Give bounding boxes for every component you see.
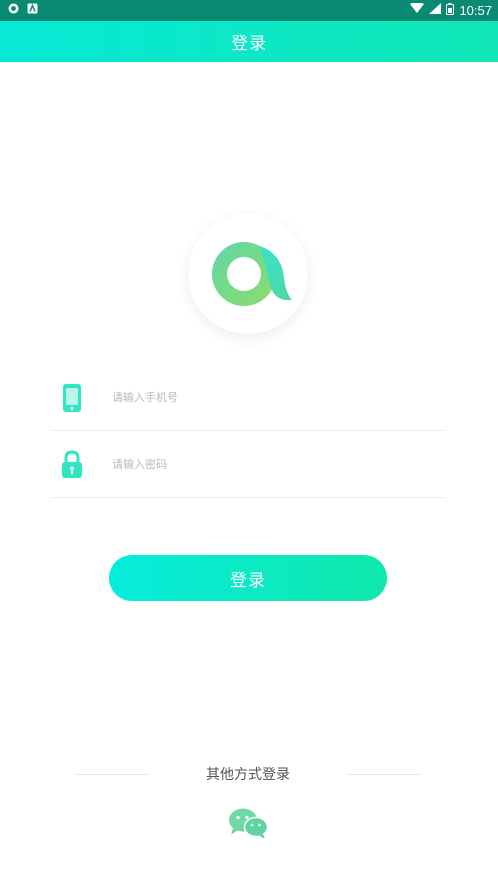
status-bar: 10:57 [0,0,498,21]
app-notification-icon [27,3,38,18]
phone-input[interactable] [112,391,412,404]
status-right: 10:57 [410,2,492,19]
password-input[interactable] [112,458,412,471]
lock-icon [50,449,94,480]
battery-icon [446,2,455,19]
app-logo [188,214,308,334]
password-field [50,432,446,498]
divider-right [346,773,422,775]
status-left [8,3,38,18]
wechat-login-button[interactable] [226,806,270,844]
wifi-icon [410,2,425,18]
shield-notification-icon [8,3,19,18]
phone-icon [50,383,94,413]
app-logo-icon [200,224,296,324]
app-bar: 登录 [0,21,498,62]
other-login-divider: 其他方式登录 [74,764,422,784]
divider-left [74,773,150,775]
signal-icon [429,3,442,18]
status-time: 10:57 [459,3,492,18]
login-button[interactable]: 登录 [109,555,387,601]
page-title: 登录 [231,34,267,54]
wechat-icon [227,806,269,844]
phone-field [50,365,446,431]
other-login-label: 其他方式登录 [206,767,290,783]
